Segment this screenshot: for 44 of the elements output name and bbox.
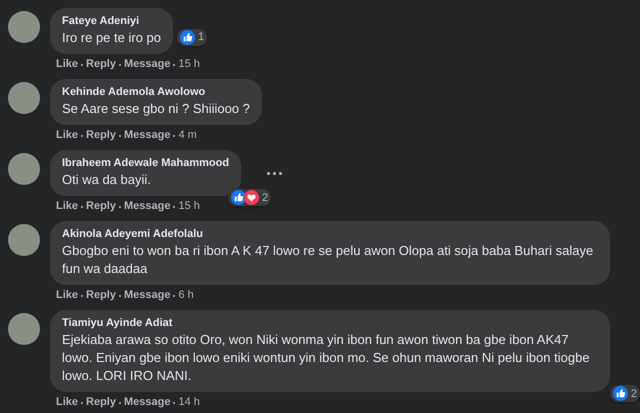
action-link[interactable]: Message — [124, 200, 170, 213]
comment-text: Se Aare sese gbo ni ? Shiiiooo ? — [62, 100, 250, 118]
author-name[interactable]: Fateye Adeniyi — [62, 14, 161, 28]
reaction-number: 2 — [630, 388, 637, 400]
action-link[interactable]: Like — [56, 396, 78, 409]
reaction-count[interactable]: 1 — [177, 28, 208, 46]
comment-text: Gbogbo eni to won ba ri ibon A K 47 lowo re se pelu awon Olopa ati soja baba Buhari salaye fun wa daadaa — [62, 242, 594, 278]
action-link[interactable]: Message — [124, 396, 170, 409]
author-name[interactable]: Tiamiyu Ayinde Adiat — [62, 316, 598, 330]
comment-text: Oti wa da bayii. — [62, 171, 152, 189]
author-name[interactable]: Akinola Adeyemi Adefolalu — [62, 227, 598, 241]
thumbs-up-icon — [612, 386, 628, 401]
avatar — [8, 153, 40, 185]
action-link[interactable]: Message — [124, 129, 170, 142]
avatar — [8, 82, 40, 114]
reaction-count[interactable]: 2 — [610, 385, 640, 402]
comment-text: Iro re pe te iro po — [62, 29, 161, 47]
timestamp[interactable]: 15 h — [178, 200, 200, 213]
avatar — [8, 313, 40, 345]
action-link[interactable]: Reply — [86, 129, 116, 142]
timestamp[interactable]: 4 m — [178, 129, 197, 142]
action-link[interactable]: Reply — [86, 396, 116, 409]
avatar — [8, 11, 40, 43]
action-link[interactable]: Message — [124, 58, 170, 71]
thumbs-up-icon — [180, 30, 195, 44]
timestamp[interactable]: 15 h — [178, 58, 200, 71]
timestamp[interactable]: 6 h — [178, 289, 194, 302]
action-link[interactable]: Like — [56, 129, 78, 142]
action-link[interactable]: Like — [56, 289, 78, 302]
action-link[interactable]: Like — [56, 58, 78, 71]
action-link[interactable]: Like — [56, 200, 78, 213]
author-name[interactable]: Kehinde Ademola Awolowo — [62, 85, 250, 99]
comment-text: Ejekiaba arawa so otito Oro, won Niki wonma yin ibon fun awon tiwon ba gbe ibon AK47 lowo. Eniyan gbe ibon lowo eniki wontun yin ibon mo. Se ohun maworan Ni pelu ibon tiogbe lowo. LORI IRO NANI. — [62, 331, 591, 385]
reaction-count[interactable]: 2 — [228, 189, 272, 206]
timestamp[interactable]: 14 h — [178, 396, 200, 409]
action-link[interactable]: Reply — [86, 200, 116, 213]
author-name[interactable]: Ibraheem Adewale Mahammood — [62, 156, 230, 170]
action-link[interactable]: Reply — [86, 289, 116, 302]
thumbs-up-icon — [230, 190, 246, 205]
action-link[interactable]: Message — [124, 289, 170, 302]
action-link[interactable]: Reply — [86, 58, 116, 71]
avatar — [8, 224, 40, 256]
reaction-number: 1 — [198, 31, 204, 43]
reaction-number: 2 — [262, 192, 268, 204]
